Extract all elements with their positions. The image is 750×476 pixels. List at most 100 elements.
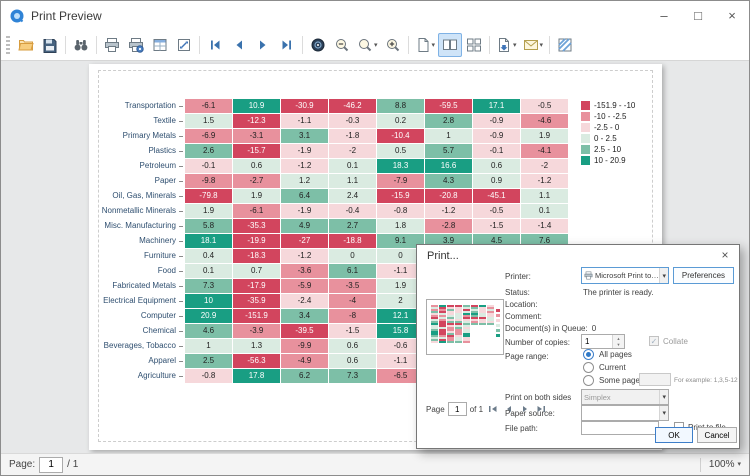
print-button[interactable] [100,33,124,57]
heatmap-cell: 0.7 [233,264,280,278]
heatmap-row-label: Transportation [92,99,184,113]
export-document-dropdown[interactable]: ▾ [493,33,520,57]
heatmap-cell: -79.8 [185,189,232,203]
heatmap-cell: -0.9 [473,129,520,143]
window-controls: – □ × [647,1,749,30]
heatmap-row-label: Plastics [92,144,184,158]
heatmap-cell: 4.6 [185,324,232,338]
copies-stepper[interactable]: ▲ ▼ [581,334,625,349]
heatmap-cell: -18.8 [329,234,376,248]
heatmap-cell: -15.9 [377,189,424,203]
scale-icon [176,37,192,53]
printer-select[interactable]: Microsoft Print to PDF ▾ [581,267,669,284]
cancel-button[interactable]: Cancel [697,427,737,443]
file-path-input[interactable] [581,421,659,435]
close-button[interactable]: × [715,1,749,30]
all-pages-radio[interactable] [583,349,594,360]
heatmap-cell: 0.9 [473,174,520,188]
heatmap-cell: -1.2 [521,174,568,188]
legend-item: -10 - -2.5 [581,112,635,121]
zoom-level-dropdown[interactable]: ▾ [354,33,381,57]
zoom-out-button[interactable] [330,33,354,57]
some-pages-radio[interactable] [583,375,594,386]
ok-button[interactable]: OK [655,427,693,443]
zoom-in-button[interactable] [381,33,405,57]
last-page-button[interactable] [275,33,299,57]
toolbar-grip[interactable] [6,36,10,54]
heatmap-cell: -0.8 [185,369,232,383]
heatmap-cell: 20.9 [185,309,232,323]
heatmap-cell: -2 [521,159,568,173]
some-pages-input[interactable] [639,373,671,386]
heatmap-cell: -1.9 [281,144,328,158]
dialog-page-input[interactable] [448,402,467,416]
current-page-option: Current [583,362,626,373]
page-layout-dropdown[interactable]: ▾ [412,33,439,57]
heatmap-row-label: Agriculture [92,369,184,383]
printer-selected-value: Microsoft Print to PDF [595,271,659,280]
heatmap-cell: -10.4 [377,129,424,143]
heatmap-cell: -3.5 [329,279,376,293]
maximize-button[interactable]: □ [681,1,715,30]
page-setup-button[interactable] [124,33,148,57]
heatmap-cell: 6.1 [329,264,376,278]
heatmap-cell: -2.8 [425,219,472,233]
statusbar-page-input[interactable] [39,457,63,473]
status-label: Status: [505,288,530,297]
both-sides-select[interactable]: Simplex ▾ [581,389,669,405]
heatmap-cell: 6.4 [281,189,328,203]
heatmap-cell: 6.2 [281,369,328,383]
chevron-down-icon[interactable]: ▾ [737,461,741,468]
search-button[interactable] [69,33,93,57]
open-button[interactable] [14,33,38,57]
heatmap-cell: 16.6 [425,159,472,173]
minimize-button[interactable]: – [647,1,681,30]
heatmap-cell: -3.6 [281,264,328,278]
first-page-button[interactable] [203,33,227,57]
heatmap-cell: -1.1 [281,114,328,128]
chevron-down-icon[interactable]: ▾ [659,390,668,404]
zoom-in-icon [385,37,401,53]
heatmap-cell: -4.6 [521,114,568,128]
heatmap-cell: 1.1 [329,174,376,188]
facing-pages-button[interactable] [438,33,462,57]
dialog-close-button[interactable]: × [718,248,732,262]
preferences-button[interactable]: Preferences [673,267,734,284]
heatmap-cell: 0.1 [185,264,232,278]
magnifier-button[interactable] [306,33,330,57]
next-page-icon [255,37,271,53]
next-page-button[interactable] [251,33,275,57]
multiple-pages-button[interactable] [462,33,486,57]
header-footer-icon [152,37,168,53]
watermark-button[interactable] [553,33,577,57]
chevron-down-icon[interactable]: ▾ [659,268,668,283]
header-footer-button[interactable] [148,33,172,57]
heatmap-row-label: Fabricated Metals [92,279,184,293]
collate-checkbox[interactable]: ✓ [649,336,659,346]
legend-swatch [581,156,590,165]
heatmap-row-label: Furniture [92,249,184,263]
paper-source-select[interactable]: ▾ [581,405,669,421]
dialog-first-page-button[interactable] [486,403,499,416]
heatmap-row-label: Nonmetallic Minerals [92,204,184,218]
legend-label: -151.9 - -10 [594,101,635,110]
scale-button[interactable] [172,33,196,57]
heatmap-cell: 10 [185,294,232,308]
legend-swatch [581,145,590,154]
dialog-title: Print... [427,250,459,262]
heatmap-cell: -12.3 [233,114,280,128]
chevron-down-icon[interactable]: ▾ [659,406,668,420]
toolbar-separator [489,36,490,54]
copies-input[interactable] [582,335,612,348]
save-button[interactable] [38,33,62,57]
heatmap-cell: -46.2 [329,99,376,113]
heatmap-row-label: Computer [92,309,184,323]
previous-page-button[interactable] [227,33,251,57]
heatmap-cell: 0.6 [233,159,280,173]
window-title: Print Preview [31,9,102,23]
send-email-dropdown[interactable]: ▾ [520,33,547,57]
spin-down-icon[interactable]: ▼ [613,342,624,349]
heatmap-cell: -5.9 [281,279,328,293]
current-page-radio[interactable] [583,362,594,373]
heatmap-cell: 0.2 [377,114,424,128]
